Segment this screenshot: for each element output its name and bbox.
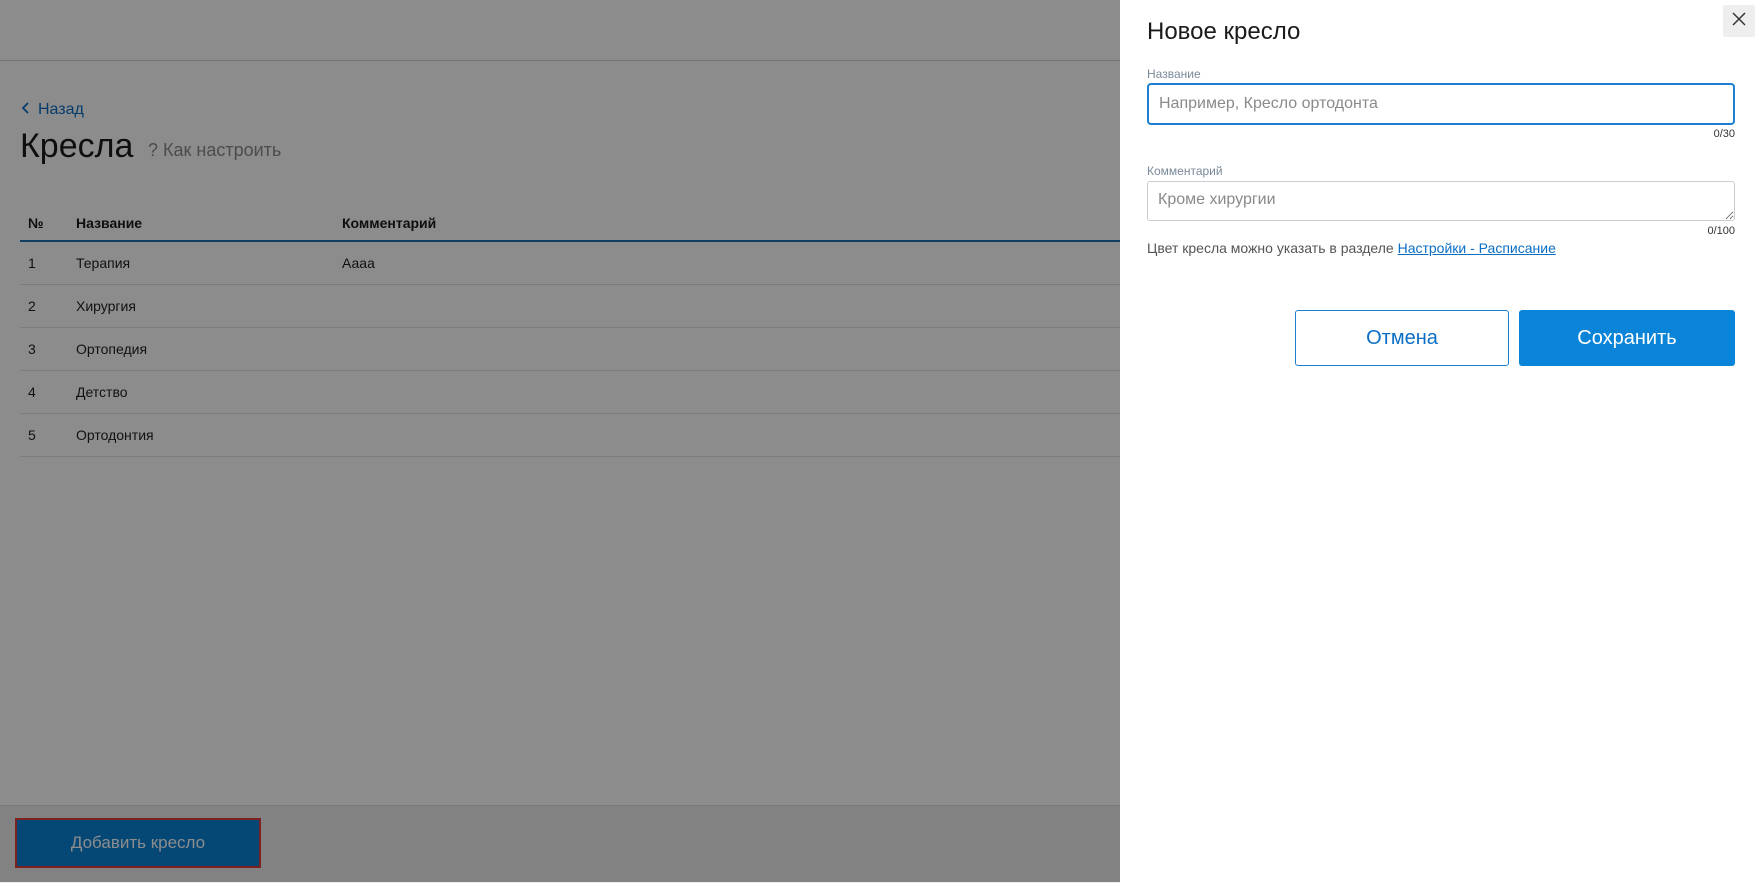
save-button[interactable]: Сохранить — [1519, 310, 1735, 366]
cancel-button[interactable]: Отмена — [1295, 310, 1509, 366]
schedule-settings-link[interactable]: Настройки - Расписание — [1398, 240, 1556, 256]
close-button[interactable] — [1723, 5, 1755, 37]
name-char-counter: 0/30 — [1713, 128, 1735, 140]
color-hint: Цвет кресла можно указать в разделе Наст… — [1147, 240, 1556, 256]
name-input[interactable] — [1147, 83, 1735, 125]
comment-field-label: Комментарий — [1147, 164, 1223, 178]
name-field-label: Название — [1147, 67, 1201, 81]
color-hint-text: Цвет кресла можно указать в разделе — [1147, 240, 1398, 256]
comment-input[interactable] — [1147, 181, 1735, 221]
close-icon — [1731, 11, 1747, 32]
comment-char-counter: 0/100 — [1707, 225, 1735, 237]
new-chair-drawer: Новое кресло Название 0/30 Комментарий 0… — [1120, 0, 1757, 882]
drawer-title: Новое кресло — [1147, 18, 1301, 45]
